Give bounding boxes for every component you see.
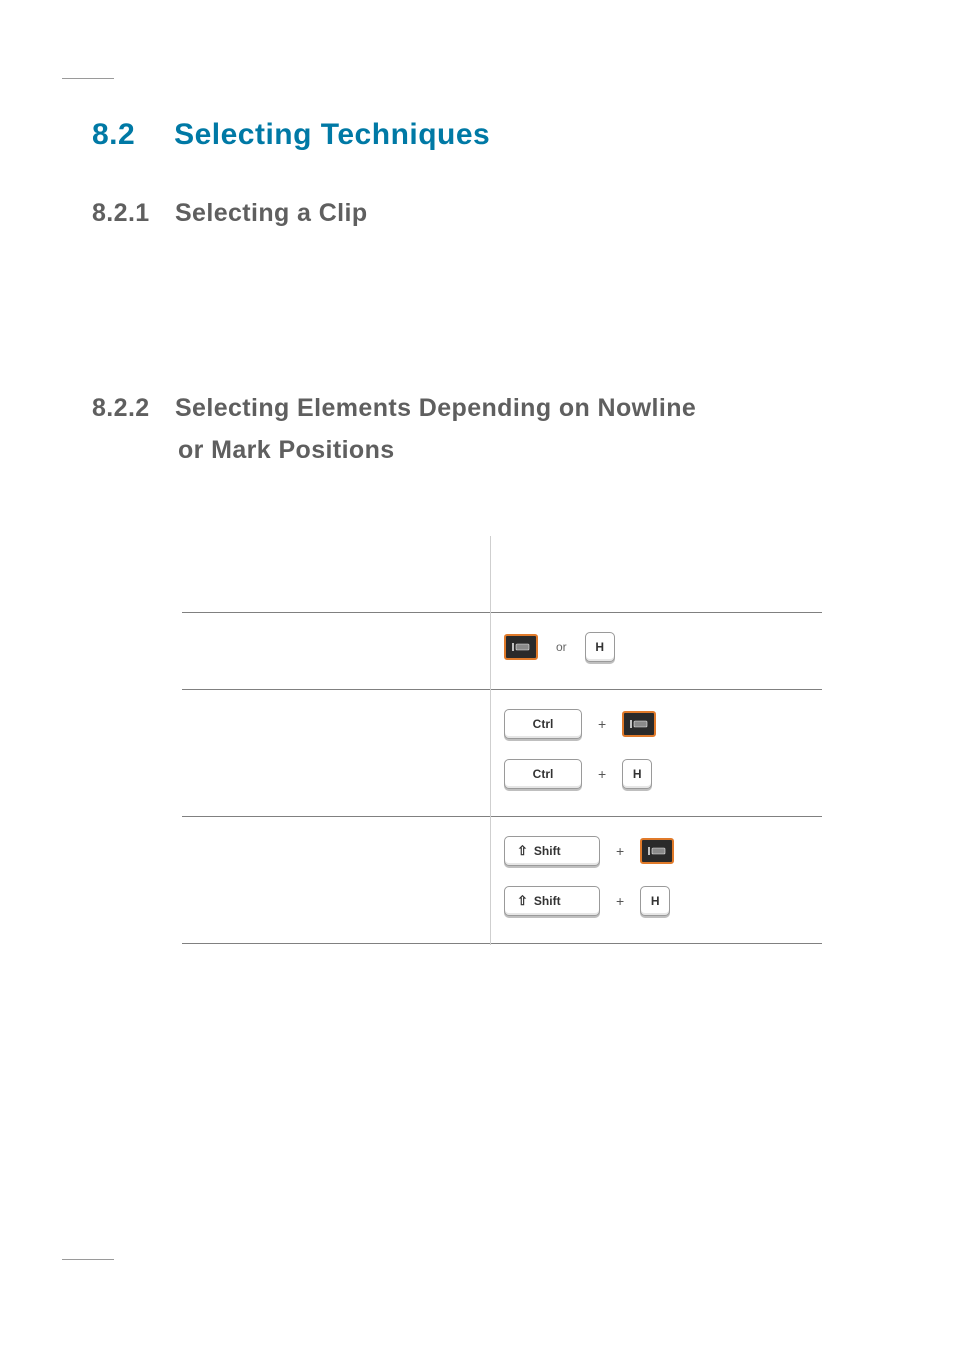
plus-separator: + [598,716,606,732]
table-header-row [182,538,822,613]
key-ctrl: Ctrl [504,709,582,739]
key-shift-label: Shift [534,844,561,858]
select-under-nowline-icon [640,838,674,864]
key-h: H [640,886,670,916]
shortcut-line: or H [504,629,808,665]
table-cell-action [182,689,490,816]
select-under-nowline-icon [622,711,656,737]
table-row: ⇧ Shift + ⇧ Shift + H [182,816,822,943]
header-rule [62,78,114,79]
subsection-2-heading: 8.2.2 Selecting Elements Depending on No… [92,387,862,472]
footer-rule [62,1259,114,1260]
table-cell-shortcuts: ⇧ Shift + ⇧ Shift + H [490,816,822,943]
plus-separator: + [616,893,624,909]
key-shift: ⇧ Shift [504,886,600,916]
plus-separator: + [616,843,624,859]
subsection-2-number: 8.2.2 [92,387,150,430]
table-cell-action [182,612,490,689]
table-cell-action [182,816,490,943]
spacer [92,482,862,520]
subsection-2-title-line2: or Mark Positions [92,429,862,472]
section-heading: 8.2 Selecting Techniques [92,118,862,152]
key-shift-label: Shift [534,894,561,908]
key-h: H [622,759,652,789]
shift-arrow-icon: ⇧ [517,894,528,907]
subsection-1-number: 8.2.1 [92,192,150,235]
select-under-nowline-icon [504,634,538,660]
shortcut-line: Ctrl + H [504,756,808,792]
shortcut-line: ⇧ Shift + [504,833,808,869]
table-row: or H [182,612,822,689]
shortcut-line: Ctrl + [504,706,808,742]
table-header-action [182,538,490,613]
subsection-1-heading: 8.2.1 Selecting a Clip [92,192,862,235]
key-shift: ⇧ Shift [504,836,600,866]
spacer [92,245,862,375]
key-ctrl: Ctrl [504,759,582,789]
key-h: H [585,632,615,662]
plus-separator: + [598,766,606,782]
section-number: 8.2 [92,118,135,152]
page: 8.2 Selecting Techniques 8.2.1 Selecting… [0,0,954,1350]
subsection-1-title: Selecting a Clip [175,199,368,227]
table-row: Ctrl + Ctrl + H [182,689,822,816]
shortcut-line: ⇧ Shift + H [504,883,808,919]
subsection-2-title-line1: Selecting Elements Depending on Nowline [175,394,696,422]
table-header-shortcut [490,538,822,613]
shift-arrow-icon: ⇧ [517,844,528,857]
table-cell-shortcuts: Ctrl + Ctrl + H [490,689,822,816]
section-title-text: Selecting Techniques [174,118,490,151]
or-separator: or [556,640,567,654]
table-cell-shortcuts: or H [490,612,822,689]
shortcut-table: or H Ctrl + Ctrl + H ⇧ Shift + ⇧ Shift + H [182,538,822,944]
